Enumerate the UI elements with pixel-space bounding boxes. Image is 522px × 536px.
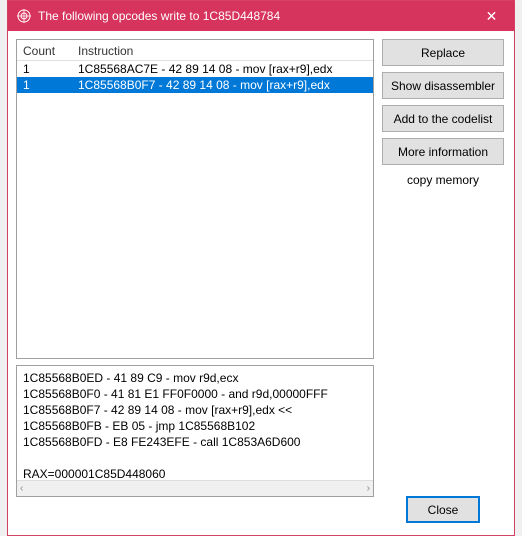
titlebar: The following opcodes write to 1C85D4487…: [8, 1, 514, 31]
app-icon: [16, 8, 32, 24]
disasm-line: 1C85568B0FB - EB 05 - jmp 1C85568B102: [23, 418, 367, 434]
disassembly-lines: 1C85568B0ED - 41 89 C9 - mov r9d,ecx1C85…: [23, 370, 367, 497]
more-information-button[interactable]: More information: [382, 138, 504, 165]
disasm-line: [23, 450, 367, 466]
disasm-line: 1C85568B0FD - E8 FE243EFE - call 1C853A6…: [23, 434, 367, 450]
cell-instruction: 1C85568AC7E - 42 89 14 08 - mov [rax+r9]…: [72, 62, 373, 76]
horizontal-scrollbar[interactable]: ‹ ›: [17, 480, 373, 496]
table-row[interactable]: 11C85568B0F7 - 42 89 14 08 - mov [rax+r9…: [17, 77, 373, 93]
replace-button[interactable]: Replace: [382, 39, 504, 66]
list-header: Count Instruction: [17, 42, 373, 61]
window-title: The following opcodes write to 1C85D4487…: [38, 9, 469, 23]
scroll-right-icon[interactable]: ›: [367, 481, 370, 497]
right-column: Replace Show disassembler Add to the cod…: [382, 39, 504, 525]
add-to-codelist-button[interactable]: Add to the codelist: [382, 105, 504, 132]
scroll-left-icon[interactable]: ‹: [20, 481, 23, 497]
left-column: Count Instruction 11C85568AC7E - 42 89 1…: [16, 39, 374, 525]
copy-memory-link[interactable]: copy memory: [382, 171, 504, 187]
close-button[interactable]: Close: [406, 496, 480, 523]
list-rows: 11C85568AC7E - 42 89 14 08 - mov [rax+r9…: [17, 61, 373, 93]
content-area: Count Instruction 11C85568AC7E - 42 89 1…: [8, 31, 514, 535]
opcode-list[interactable]: Count Instruction 11C85568AC7E - 42 89 1…: [16, 39, 374, 359]
disasm-line: 1C85568B0ED - 41 89 C9 - mov r9d,ecx: [23, 370, 367, 386]
dialog-window: The following opcodes write to 1C85D4487…: [7, 0, 515, 536]
disassembly-box[interactable]: 1C85568B0ED - 41 89 C9 - mov r9d,ecx1C85…: [16, 365, 374, 497]
window-close-button[interactable]: ✕: [469, 1, 514, 31]
table-row[interactable]: 11C85568AC7E - 42 89 14 08 - mov [rax+r9…: [17, 61, 373, 77]
spacer: [382, 193, 504, 490]
cell-count: 1: [17, 62, 72, 76]
header-count[interactable]: Count: [17, 44, 72, 58]
show-disassembler-button[interactable]: Show disassembler: [382, 72, 504, 99]
disasm-line: 1C85568B0F0 - 41 81 E1 FF0F0000 - and r9…: [23, 386, 367, 402]
cell-count: 1: [17, 78, 72, 92]
disasm-line: 1C85568B0F7 - 42 89 14 08 - mov [rax+r9]…: [23, 402, 367, 418]
close-icon: ✕: [486, 8, 498, 25]
header-instruction[interactable]: Instruction: [72, 44, 373, 58]
cell-instruction: 1C85568B0F7 - 42 89 14 08 - mov [rax+r9]…: [72, 78, 373, 92]
